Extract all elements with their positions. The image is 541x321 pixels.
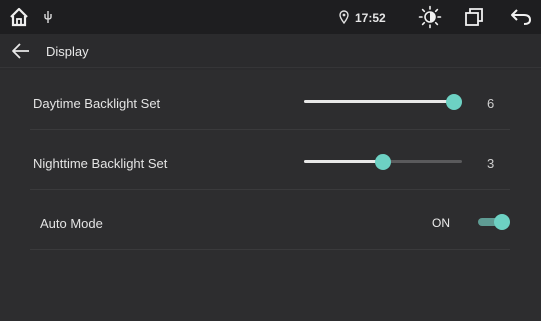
setting-value: 6 bbox=[487, 96, 495, 111]
auto-mode-toggle[interactable] bbox=[478, 214, 510, 230]
setting-value: 3 bbox=[487, 156, 495, 171]
slider-thumb[interactable] bbox=[446, 94, 462, 110]
setting-row-daytime-backlight: Daytime Backlight Set 6 bbox=[30, 72, 510, 130]
toggle-thumb[interactable] bbox=[494, 214, 510, 230]
app-bar: Display bbox=[0, 34, 541, 68]
display-settings-screen: 17:52 Display Daytime Backlight Set 6 Ni… bbox=[0, 0, 541, 321]
toggle-state-label: ON bbox=[432, 216, 450, 230]
setting-label: Nighttime Backlight Set bbox=[33, 156, 168, 171]
setting-row-auto-mode: Auto Mode ON bbox=[30, 192, 510, 250]
usb-icon bbox=[44, 11, 52, 23]
setting-row-nighttime-backlight: Nighttime Backlight Set 3 bbox=[30, 132, 510, 190]
settings-list: Daytime Backlight Set 6 Nighttime Backli… bbox=[0, 70, 541, 321]
slider-fill bbox=[304, 160, 383, 163]
status-bar: 17:52 bbox=[0, 0, 541, 34]
setting-label: Daytime Backlight Set bbox=[33, 96, 161, 111]
status-time: 17:52 bbox=[355, 11, 386, 25]
brightness-icon[interactable] bbox=[418, 5, 442, 29]
page-title: Display bbox=[46, 44, 89, 59]
arrow-left-icon[interactable] bbox=[10, 40, 32, 62]
back-arrow-icon[interactable] bbox=[510, 8, 532, 26]
home-icon[interactable] bbox=[8, 6, 30, 28]
setting-label: Auto Mode bbox=[40, 216, 103, 231]
recent-apps-icon[interactable] bbox=[464, 7, 484, 27]
slider-fill bbox=[304, 100, 454, 103]
location-pin-icon bbox=[339, 10, 349, 24]
nighttime-backlight-slider[interactable] bbox=[304, 154, 462, 170]
slider-thumb[interactable] bbox=[375, 154, 391, 170]
daytime-backlight-slider[interactable] bbox=[304, 94, 462, 110]
